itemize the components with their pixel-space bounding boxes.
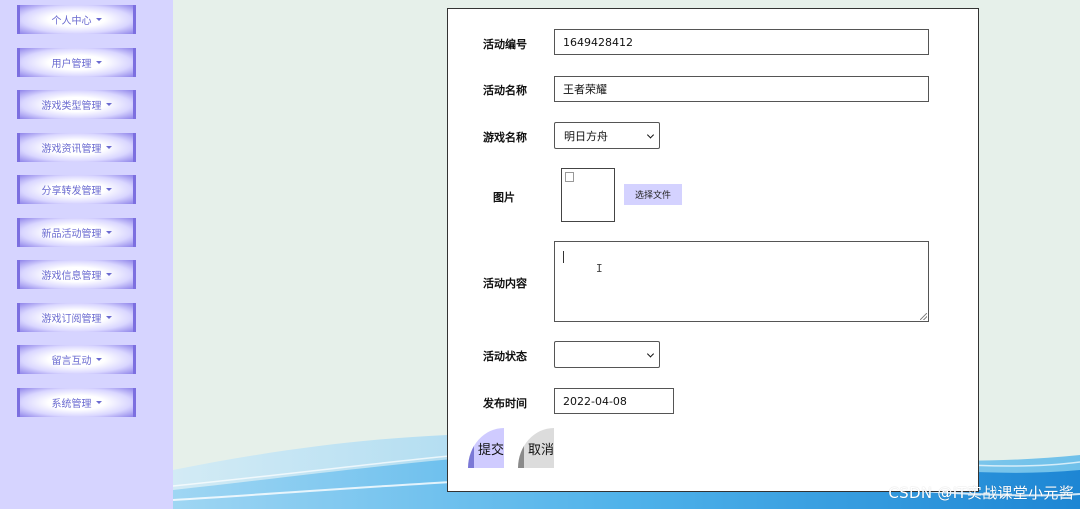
- caret-down-icon: [95, 401, 102, 404]
- activity-id-label: 活动编号: [483, 38, 527, 51]
- resize-grip-icon[interactable]: [920, 313, 927, 320]
- activity-id-input[interactable]: 1649428412: [554, 29, 929, 55]
- sidebar-item-game-info-management[interactable]: 游戏信息管理: [17, 260, 136, 289]
- cancel-button[interactable]: 取消: [518, 428, 554, 468]
- image-preview: [561, 168, 615, 222]
- sidebar-item-share-management[interactable]: 分享转发管理: [17, 175, 136, 204]
- activity-content-textarea[interactable]: I: [554, 241, 929, 322]
- sidebar-item-user-management[interactable]: 用户管理: [17, 48, 136, 77]
- activity-status-select[interactable]: [554, 341, 660, 368]
- cancel-label: 取消: [527, 442, 554, 458]
- sidebar-item-label: 游戏订阅管理: [41, 314, 102, 325]
- caret-down-icon: [105, 231, 112, 234]
- game-name-label: 游戏名称: [483, 131, 527, 144]
- sidebar-item-label: 用户管理: [51, 59, 92, 70]
- activity-name-input[interactable]: 王者荣耀: [554, 76, 929, 102]
- game-name-selected: 明日方舟: [564, 129, 608, 143]
- publish-time-label: 发布时间: [483, 397, 527, 410]
- sidebar: 个人中心 用户管理 游戏类型管理 游戏资讯管理 分享转发管理 新品活动管理 游戏…: [0, 0, 173, 509]
- game-name-select[interactable]: 明日方舟: [554, 122, 660, 149]
- broken-image-icon: [565, 172, 574, 182]
- choose-file-button[interactable]: 选择文件: [624, 184, 682, 205]
- caret-down-icon: [95, 358, 102, 361]
- submit-label: 提交: [477, 442, 504, 458]
- activity-name-label: 活动名称: [483, 84, 527, 97]
- activity-content-label: 活动内容: [483, 277, 527, 290]
- sidebar-item-label: 新品活动管理: [41, 229, 102, 240]
- submit-button[interactable]: 提交: [468, 428, 504, 468]
- sidebar-item-game-subscription-management[interactable]: 游戏订阅管理: [17, 303, 136, 332]
- sidebar-item-label: 游戏信息管理: [41, 271, 102, 282]
- caret-down-icon: [105, 103, 112, 106]
- sidebar-item-label: 系统管理: [51, 399, 92, 410]
- text-cursor: [563, 251, 564, 263]
- ibeam-cursor-icon: I: [596, 262, 603, 275]
- sidebar-item-game-type-management[interactable]: 游戏类型管理: [17, 90, 136, 119]
- activity-status-label: 活动状态: [483, 350, 527, 363]
- watermark: CSDN @IT实战课堂小元酱: [888, 484, 1074, 502]
- publish-time-input[interactable]: 2022-04-08: [554, 388, 674, 414]
- sidebar-item-label: 留言互动: [51, 356, 92, 367]
- sidebar-item-label: 个人中心: [51, 16, 92, 27]
- sidebar-item-message-interaction[interactable]: 留言互动: [17, 345, 136, 374]
- sidebar-item-label: 游戏资讯管理: [41, 144, 102, 155]
- caret-down-icon: [105, 273, 112, 276]
- sidebar-item-system-management[interactable]: 系统管理: [17, 388, 136, 417]
- sidebar-item-new-activity-management[interactable]: 新品活动管理: [17, 218, 136, 247]
- image-label: 图片: [493, 191, 515, 204]
- chevron-down-icon: [646, 349, 655, 358]
- sidebar-item-personal-center[interactable]: 个人中心: [17, 5, 136, 34]
- caret-down-icon: [105, 316, 112, 319]
- chevron-down-icon: [646, 130, 655, 139]
- activity-form: 活动编号 1649428412 活动名称 王者荣耀 游戏名称 明日方舟 图片 选…: [447, 8, 979, 492]
- caret-down-icon: [95, 18, 102, 21]
- sidebar-item-game-news-management[interactable]: 游戏资讯管理: [17, 133, 136, 162]
- caret-down-icon: [95, 61, 102, 64]
- caret-down-icon: [105, 188, 112, 191]
- sidebar-item-label: 游戏类型管理: [41, 101, 102, 112]
- caret-down-icon: [105, 146, 112, 149]
- sidebar-item-label: 分享转发管理: [41, 186, 102, 197]
